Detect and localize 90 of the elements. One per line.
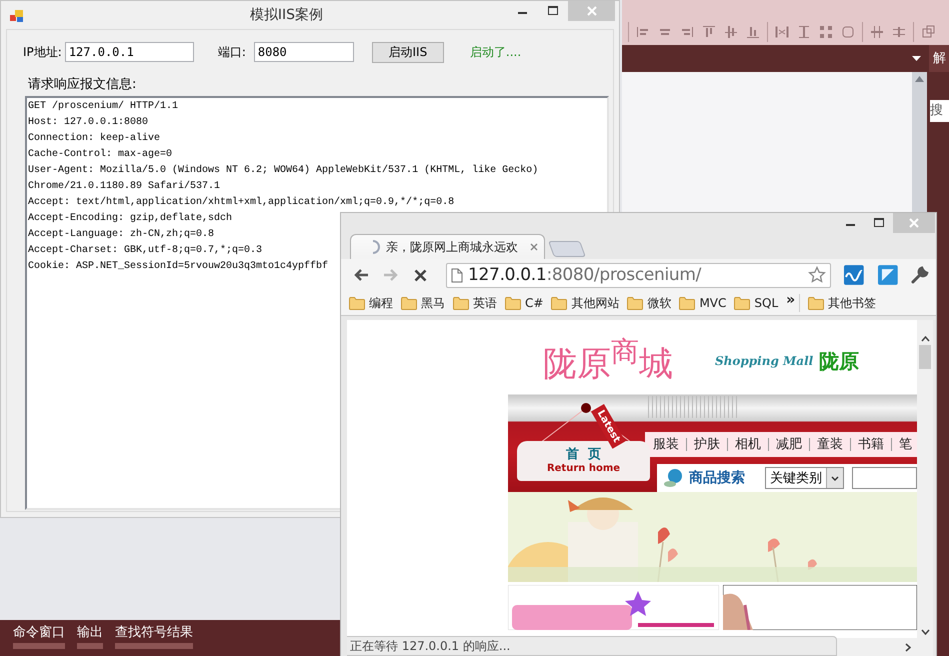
scrollbar-thumb[interactable] xyxy=(919,345,931,369)
log-line: Cookie: ASP.NET_SessionId=5rvouw20u3q3mto1c4ypffbf xyxy=(28,260,328,274)
folder-icon xyxy=(808,296,824,310)
bookmark-item[interactable]: C# xyxy=(505,296,544,310)
search-label: 商品搜索 xyxy=(689,469,745,487)
log-line: Accept: text/html,application/xhtml+xml,application/xml;q=0.9,*/*;q=0.8 xyxy=(28,196,454,210)
note-app-icon[interactable] xyxy=(876,264,898,286)
close-icon xyxy=(586,6,596,16)
home-link[interactable]: 首 页 Return home xyxy=(517,441,650,481)
vertical-scrollbar[interactable] xyxy=(917,320,933,656)
layout-tool-icon[interactable] xyxy=(701,24,717,40)
log-line: Cache-Control: max-age=0 xyxy=(28,148,172,162)
search-globe-icon xyxy=(663,467,685,489)
close-icon xyxy=(909,218,919,228)
panel-tab[interactable]: 查找符号结果 xyxy=(115,623,193,649)
layout-tool-icon[interactable] xyxy=(840,24,856,40)
folder-icon xyxy=(627,296,644,310)
more-bookmarks-button[interactable]: » xyxy=(786,292,796,308)
folder-icon xyxy=(505,296,521,310)
wave-app-icon[interactable] xyxy=(842,264,865,286)
loading-spinner-icon xyxy=(371,240,381,254)
forward-arrow-icon xyxy=(382,268,398,282)
panel-tab[interactable]: 命令窗口 xyxy=(13,623,65,649)
window-title: 模拟IIS案例 xyxy=(248,6,324,25)
bookmark-item[interactable]: 黑马 xyxy=(401,294,445,312)
bookmark-item[interactable]: SQL xyxy=(734,296,778,310)
nav-link[interactable]: 相机 xyxy=(727,438,768,451)
layout-tool-icon[interactable] xyxy=(920,24,936,40)
layout-tool-icon[interactable] xyxy=(774,24,790,40)
browser-tab[interactable]: 亲，陇原网上商城永远欢 xyxy=(350,234,545,259)
search-field[interactable] xyxy=(852,467,917,489)
folder-icon xyxy=(349,296,365,310)
back-arrow-icon xyxy=(352,268,369,282)
ip-field[interactable]: 127.0.0.1 xyxy=(64,42,194,62)
search-field[interactable]: 搜 xyxy=(930,100,949,122)
status-text: 启动了.... xyxy=(470,44,522,60)
nav-link[interactable]: 服装 xyxy=(653,438,686,451)
bookmark-item[interactable]: 其他网站 xyxy=(551,294,620,312)
bookmark-item[interactable]: 英语 xyxy=(453,294,497,312)
maximize-icon xyxy=(548,6,558,16)
folder-icon xyxy=(734,296,750,310)
log-line: Accept-Charset: GBK,utf-8;q=0.7,*;q=0.3 xyxy=(28,244,262,258)
layout-tool-icon[interactable] xyxy=(869,24,885,40)
layout-tool-icon[interactable] xyxy=(796,24,812,40)
url-text: 127.0.0.1:8080/proscenium/ xyxy=(468,265,702,285)
tab-title: 亲，陇原网上商城永远欢 xyxy=(386,238,519,256)
panel-tab[interactable]: 输出 xyxy=(77,623,103,649)
star-icon[interactable] xyxy=(808,266,826,284)
bookmark-item[interactable]: 微软 xyxy=(627,294,672,312)
folder-icon xyxy=(453,296,469,310)
log-line: Connection: keep-alive xyxy=(28,132,160,146)
nav-link[interactable]: 书籍 xyxy=(850,438,891,451)
nav-link[interactable]: 减肥 xyxy=(768,438,809,451)
app-icon xyxy=(9,8,25,24)
close-icon[interactable] xyxy=(530,243,538,251)
wrench-icon[interactable] xyxy=(910,265,930,285)
log-line: Chrome/21.0.1180.89 Safari/537.1 xyxy=(28,180,220,194)
start-button[interactable]: 启动IIS xyxy=(372,42,444,62)
dropdown-arrow-icon[interactable] xyxy=(912,56,921,62)
site-logo: 陇原$^{商}$城 xyxy=(543,334,673,386)
log-line: Accept-Language: zh-CN,zh;q=0.8 xyxy=(28,228,214,242)
address-bar[interactable]: 127.0.0.1:8080/proscenium/ xyxy=(446,262,831,288)
status-tooltip: 正在等待 127.0.0.1 的响应... xyxy=(347,636,837,656)
nav-link[interactable]: 童装 xyxy=(809,438,850,451)
scrollbar[interactable] xyxy=(912,72,927,212)
logo-mark: 陇原 xyxy=(819,348,860,374)
panel-tab[interactable]: 解 xyxy=(929,45,949,72)
log-line: Accept-Encoding: gzip,deflate,sdch xyxy=(28,212,232,226)
log-label: 请求响应报文信息: xyxy=(27,76,138,93)
category-dropdown[interactable]: 关键类别 xyxy=(765,467,844,489)
page-icon xyxy=(451,268,464,282)
bookmark-item[interactable]: MVC xyxy=(679,296,726,310)
log-line: Host: 127.0.0.1:8080 xyxy=(28,116,148,130)
new-tab-button[interactable] xyxy=(548,241,586,257)
folder-icon xyxy=(679,296,696,310)
port-field[interactable]: 8080 xyxy=(254,42,354,62)
log-line: GET /proscenium/ HTTP/1.1 xyxy=(28,100,178,114)
folder-icon xyxy=(401,296,417,310)
log-line: User-Agent: Mozilla/5.0 (Windows NT 6.2; WOW64) AppleWebKit/537.1 (KHTML, like Gecko) xyxy=(28,164,538,178)
bookmark-item[interactable]: 其他书签 xyxy=(808,294,876,312)
logo-subtitle: Shopping Mall xyxy=(715,353,814,368)
layout-tool-icon[interactable] xyxy=(818,24,834,40)
ip-label: IP地址: xyxy=(23,44,62,60)
nav-link[interactable]: 护肤 xyxy=(686,438,727,451)
cross-icon xyxy=(414,268,427,282)
port-label: 端口: xyxy=(218,44,246,60)
maximize-icon xyxy=(874,218,884,228)
folder-icon xyxy=(551,296,568,310)
bookmark-item[interactable]: 编程 xyxy=(349,294,393,312)
layout-tool-icon[interactable] xyxy=(723,24,739,40)
